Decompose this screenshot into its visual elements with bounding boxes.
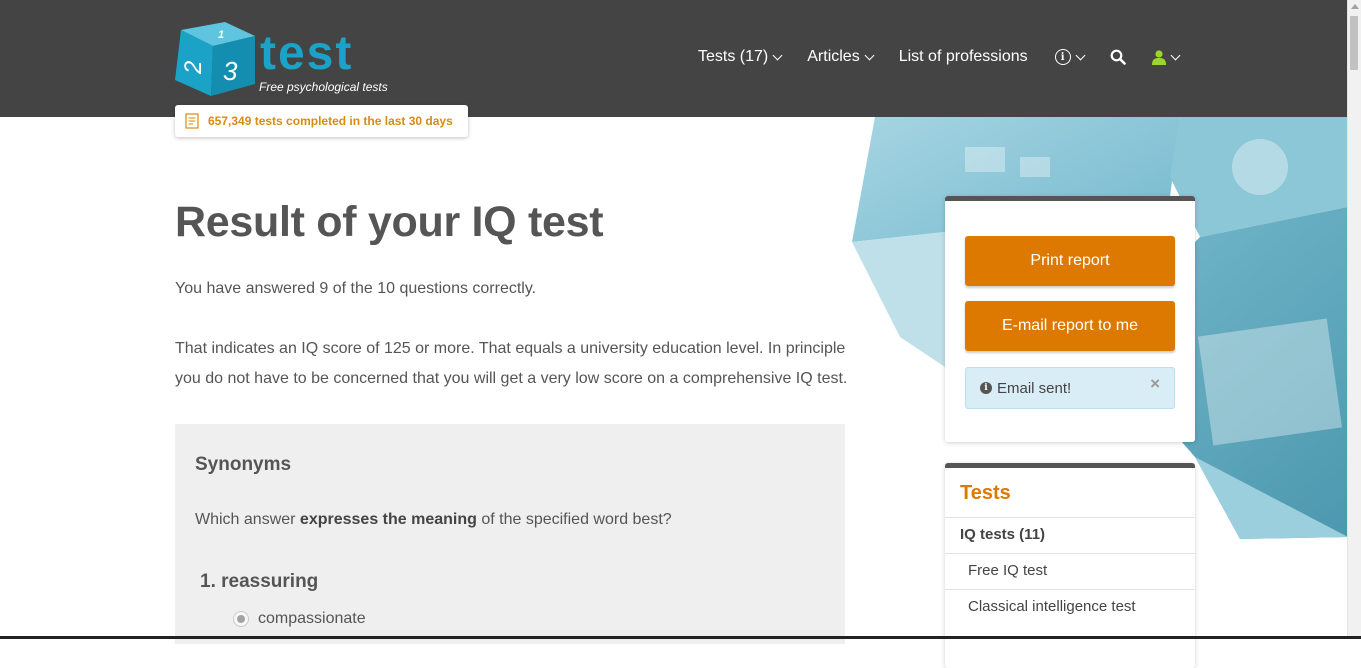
user-icon [1151, 49, 1166, 65]
scroll-up-icon[interactable] [1351, 4, 1359, 9]
report-actions-panel: Print report E-mail report to me i Email… [945, 196, 1195, 442]
nav-tests-label: Tests (17) [698, 48, 769, 65]
score-interpretation: That indicates an IQ score of 125 or mor… [175, 340, 848, 387]
nav-articles-label: Articles [807, 48, 860, 65]
quiz-section-title: Synonyms [195, 454, 292, 475]
score-summary: You have answered 9 of the 10 questions … [175, 280, 537, 297]
quiz-instruction-bold: expresses the meaning [299, 511, 477, 528]
logo-cube-icon: 1 2 3 [175, 22, 255, 96]
chevron-down-icon [772, 50, 783, 60]
nav-info-menu[interactable]: i [1054, 49, 1086, 65]
nav-professions-label: List of professions [898, 48, 1028, 65]
chevron-down-icon [1075, 50, 1086, 60]
tests-item-classical[interactable]: Classical intelligence test [945, 589, 1195, 625]
quiz-instruction-post: of the specified word best? [476, 511, 672, 528]
close-icon[interactable]: × [1150, 374, 1160, 394]
quiz-instruction-pre: Which answer [195, 511, 300, 528]
nav-professions[interactable]: List of professions [899, 48, 1028, 66]
search-icon [1110, 49, 1126, 65]
email-report-button[interactable]: E-mail report to me [965, 301, 1175, 351]
site-logo[interactable]: 1 2 3 test Free psychological tests [175, 22, 405, 102]
nav-user-menu[interactable] [1151, 49, 1181, 65]
tests-counter-badge: 657,349 tests completed in the last 30 d… [175, 105, 468, 137]
nav-tests[interactable]: Tests (17) [698, 48, 783, 66]
alert-text: Email sent! [997, 379, 1072, 397]
tests-list: IQ tests (11) Free IQ test Classical int… [945, 517, 1195, 625]
scrollbar-thumb[interactable] [1350, 16, 1358, 70]
radio-button[interactable] [233, 611, 249, 627]
print-report-button[interactable]: Print report [965, 236, 1175, 286]
tests-panel-title: Tests [960, 482, 1011, 504]
chevron-down-icon [1170, 50, 1181, 60]
page-title: Result of your IQ test [175, 198, 604, 246]
answer-option-label: compassionate [258, 610, 366, 627]
logo-tagline: Free psychological tests [259, 80, 388, 94]
logo-digit-2: 2 [180, 61, 207, 75]
clipboard-icon [185, 113, 199, 129]
logo-digit-3: 3 [223, 56, 238, 86]
radio-selected-dot [237, 615, 245, 623]
tests-item-free-iq[interactable]: Free IQ test [945, 553, 1195, 589]
chevron-down-icon [864, 50, 875, 60]
question-heading: 1. reassuring [200, 571, 319, 592]
tests-group-iq[interactable]: IQ tests (11) [945, 517, 1195, 553]
info-circle-icon: i [980, 382, 992, 394]
nav-articles[interactable]: Articles [807, 48, 875, 66]
tests-counter-text: 657,349 tests completed in the last 30 d… [208, 114, 453, 128]
email-sent-alert: i Email sent! × [965, 367, 1175, 409]
site-header: 1 2 3 test Free psychological tests Test… [0, 0, 1348, 117]
info-icon: i [1054, 49, 1071, 65]
answer-option[interactable]: compassionate [233, 610, 366, 628]
nav-search[interactable] [1110, 49, 1126, 65]
logo-wordmark: test [260, 27, 354, 80]
main-nav: Tests (17) Articles List of professions … [698, 44, 1181, 70]
quiz-instruction: Which answer expresses the meaning of th… [195, 511, 672, 529]
vertical-scrollbar[interactable] [1347, 0, 1361, 639]
quiz-review-section: Synonyms Which answer expresses the mean… [175, 424, 845, 644]
logo-digit-1: 1 [218, 29, 224, 41]
